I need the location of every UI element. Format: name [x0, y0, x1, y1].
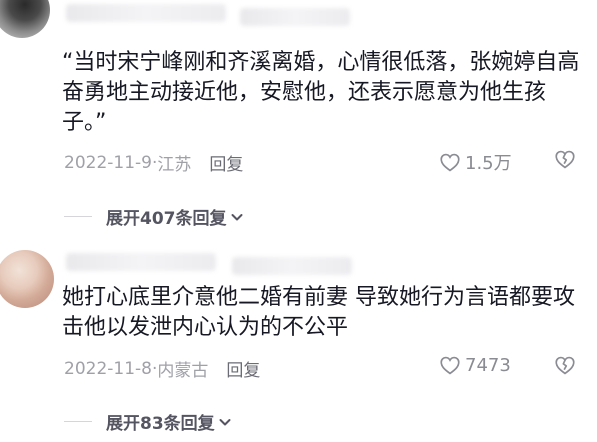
comment-text: 她打心底里介意他二婚有前妻 导致她行为言语都要攻击他以发泄内心认为的不公平 — [62, 285, 575, 340]
expand-divider-line — [64, 421, 92, 422]
chevron-down-icon — [219, 418, 231, 425]
like-button[interactable]: 7473 — [440, 355, 511, 376]
dislike-button[interactable] — [555, 356, 575, 375]
expand-replies-button[interactable]: 展开83条回复 — [64, 409, 232, 434]
comment-item-2: 她打心底里介意他二婚有前妻 导致她行为言语都要攻击他以发泄内心认为的不公平 20… — [0, 0, 597, 442]
like-count: 7473 — [465, 355, 511, 376]
username-redacted — [66, 253, 216, 271]
broken-heart-icon — [555, 356, 575, 375]
comment-meta: 2022-11-8 · 内蒙古 回复 — [64, 356, 260, 382]
reply-button[interactable]: 回复 — [226, 356, 260, 381]
username-redacted — [232, 257, 352, 275]
comment-location: 内蒙古 — [157, 361, 209, 381]
expand-replies-label: 展开83条回复 — [106, 414, 215, 434]
comment-date: 2022-11-8 — [64, 358, 152, 379]
avatar[interactable] — [0, 250, 54, 308]
heart-outline-icon — [440, 356, 460, 375]
